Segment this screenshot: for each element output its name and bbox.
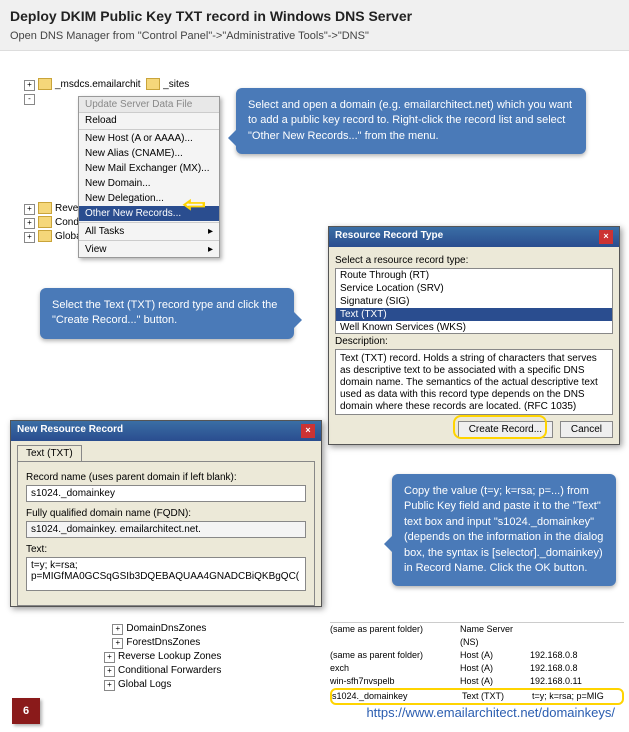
expand-icon[interactable]: + [104,680,115,691]
folder-icon [38,78,52,90]
collapse-icon[interactable]: - [24,94,35,105]
doc-title: Deploy DKIM Public Key TXT record in Win… [10,8,619,24]
tree-node[interactable]: Global Logs [118,679,171,690]
ctx-item[interactable]: New Mail Exchanger (MX)... [79,161,219,176]
arrow-icon: ⇦ [183,192,206,217]
list-item[interactable]: Signature (SIG) [336,295,612,308]
dialog-title: New Resource Record [17,424,123,438]
records-table: (same as parent folder)Name Server (NS) … [330,622,624,705]
label: Fully qualified domain name (FQDN): [26,508,306,519]
footer-link[interactable]: https://www.emailarchitect.net/domainkey… [366,705,615,720]
dialog-title: Resource Record Type [335,230,443,244]
dialog-resource-record-type: Resource Record Type × Select a resource … [328,226,620,445]
description-box: Text (TXT) record. Holds a string of cha… [335,349,613,415]
tree-node[interactable]: _sites [163,79,189,90]
text-input[interactable]: t=y; k=rsa; p=MIGfMA0GCSqGSIb3DQEBAQUAA4… [26,557,306,591]
close-icon[interactable]: × [301,424,315,438]
label: Description: [335,336,613,347]
tree-node[interactable]: Cond [55,217,79,228]
expand-icon[interactable]: + [24,232,35,243]
folder-icon [38,202,52,214]
tree-node[interactable]: DomainDnsZones [126,623,206,634]
doc-subtitle: Open DNS Manager from "Control Panel"->"… [10,30,619,42]
label: Select a resource record type: [335,255,613,266]
folder-icon [38,216,52,228]
ctx-item[interactable]: New Alias (CNAME)... [79,146,219,161]
label: Record name (uses parent domain if left … [26,472,306,483]
expand-icon[interactable]: + [104,666,115,677]
ctx-item[interactable]: New Host (A or AAAA)... [79,131,219,146]
table-row[interactable]: (same as parent folder)Name Server (NS) [330,623,624,649]
table-row[interactable]: exchHost (A)192.168.0.8 [330,662,624,675]
table-row[interactable]: win-sfh7nvspelbHost (A)192.168.0.11 [330,675,624,688]
table-row-highlighted[interactable]: s1024._domainkeyText (TXT)t=y; k=rsa; p=… [330,688,624,705]
ctx-header: Update Server Data File [79,97,219,113]
list-item[interactable]: Route Through (RT) [336,269,612,282]
expand-icon[interactable]: + [24,204,35,215]
expand-icon[interactable]: + [24,218,35,229]
ctx-item[interactable]: All Tasks▸ [79,224,219,239]
folder-icon [38,230,52,242]
tree-node[interactable]: Reve [55,203,78,214]
dns-tree-lower: +DomainDnsZones +ForestDnsZones +Reverse… [104,622,320,692]
list-item[interactable]: Well Known Services (WKS) [336,321,612,334]
page-number: 6 [12,698,40,724]
expand-icon[interactable]: + [24,80,35,91]
record-type-list[interactable]: Route Through (RT) Service Location (SRV… [335,268,613,334]
callout-3: Copy the value (t=y; k=rsa; p=...) from … [392,474,616,586]
list-item-txt[interactable]: Text (TXT) [336,308,612,321]
dialog-new-resource-record: New Resource Record × Text (TXT) Record n… [10,420,322,607]
ctx-item[interactable]: Reload [79,113,219,128]
cancel-button[interactable]: Cancel [560,421,613,438]
fqdn-field: s1024._domainkey. emailarchitect.net. [26,521,306,538]
callout-2: Select the Text (TXT) record type and cl… [40,288,294,339]
doc-header: Deploy DKIM Public Key TXT record in Win… [0,0,629,51]
context-menu: Update Server Data File Reload New Host … [78,96,220,258]
table-row[interactable]: (same as parent folder)Host (A)192.168.0… [330,649,624,662]
expand-icon[interactable]: + [112,638,123,649]
record-name-input[interactable]: s1024._domainkey [26,485,306,502]
callout-1: Select and open a domain (e.g. emailarch… [236,88,586,154]
ctx-item[interactable]: View▸ [79,242,219,257]
label: Text: [26,544,306,555]
tab-text-txt[interactable]: Text (TXT) [17,445,82,461]
tree-node[interactable]: Reverse Lookup Zones [118,651,221,662]
ctx-item[interactable]: New Domain... [79,176,219,191]
expand-icon[interactable]: + [104,652,115,663]
tree-node[interactable]: ForestDnsZones [126,637,200,648]
tree-node[interactable]: Conditional Forwarders [118,665,221,676]
close-icon[interactable]: × [599,230,613,244]
tree-node[interactable]: _msdcs.emailarchit [55,79,141,90]
highlight-ring [453,415,547,439]
list-item[interactable]: Service Location (SRV) [336,282,612,295]
expand-icon[interactable]: + [112,624,123,635]
folder-icon [146,78,160,90]
